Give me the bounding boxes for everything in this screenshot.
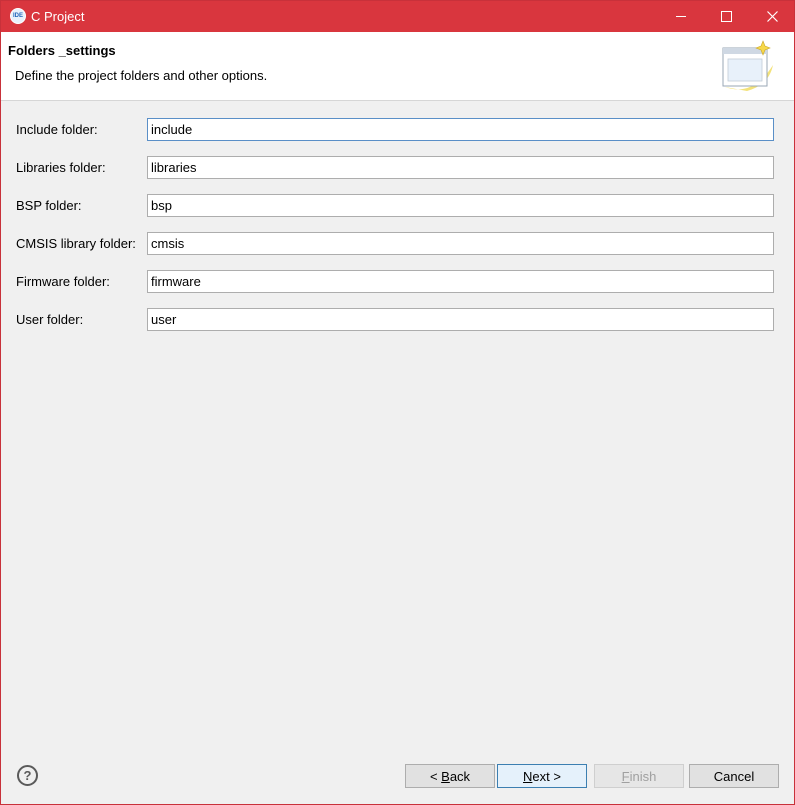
help-icon[interactable]: ?	[17, 765, 38, 786]
next-mnemonic: N	[523, 768, 533, 784]
back-prefix: <	[429, 768, 442, 784]
bsp-folder-label: BSP folder:	[16, 198, 82, 213]
libraries-folder-label: Libraries folder:	[16, 160, 106, 175]
include-folder-input[interactable]	[147, 118, 774, 141]
user-folder-label: User folder:	[16, 312, 84, 327]
form-row-libraries: Libraries folder:	[1, 156, 794, 180]
minimize-icon	[676, 16, 686, 17]
back-label-rest: ack	[449, 768, 471, 784]
app-icon: IDE	[10, 8, 26, 24]
dialog-window: IDE C Project Folders _settings Define t…	[0, 0, 795, 805]
wizard-banner-icon	[722, 40, 773, 91]
close-button[interactable]	[749, 1, 795, 32]
firmware-folder-label: Firmware folder:	[16, 274, 110, 289]
cancel-button[interactable]: Cancel	[689, 764, 779, 788]
finish-label-rest: inish	[629, 768, 657, 784]
next-suffix: >	[549, 768, 561, 784]
back-mnemonic: B	[441, 768, 450, 784]
bsp-folder-input[interactable]	[147, 194, 774, 217]
cancel-label: Cancel	[713, 768, 755, 784]
finish-button[interactable]: Finish	[594, 764, 684, 788]
button-bar: ? < Back Next > Finish Cancel	[1, 746, 794, 804]
window-title: C Project	[31, 9, 85, 24]
title-bar[interactable]: IDE C Project	[1, 1, 794, 32]
form-row-bsp: BSP folder:	[1, 194, 794, 218]
page-title: Folders _settings	[8, 43, 116, 58]
maximize-button[interactable]	[703, 1, 749, 32]
form-row-user: User folder:	[1, 308, 794, 332]
user-folder-input[interactable]	[147, 308, 774, 331]
firmware-folder-input[interactable]	[147, 270, 774, 293]
include-folder-label: Include folder:	[16, 122, 98, 137]
minimize-button[interactable]	[658, 1, 704, 32]
wizard-banner: Folders _settings Define the project fol…	[1, 32, 794, 101]
back-button[interactable]: < Back	[405, 764, 495, 788]
cmsis-folder-label: CMSIS library folder:	[16, 236, 136, 251]
form-row-firmware: Firmware folder:	[1, 270, 794, 294]
finish-mnemonic: F	[621, 768, 630, 784]
next-button[interactable]: Next >	[497, 764, 587, 788]
form-row-include: Include folder:	[1, 118, 794, 142]
next-label-rest: ext	[532, 768, 550, 784]
cmsis-folder-input[interactable]	[147, 232, 774, 255]
page-description: Define the project folders and other opt…	[15, 68, 268, 83]
libraries-folder-input[interactable]	[147, 156, 774, 179]
close-icon	[766, 11, 778, 22]
maximize-icon	[720, 11, 732, 22]
form-row-cmsis: CMSIS library folder:	[1, 232, 794, 256]
